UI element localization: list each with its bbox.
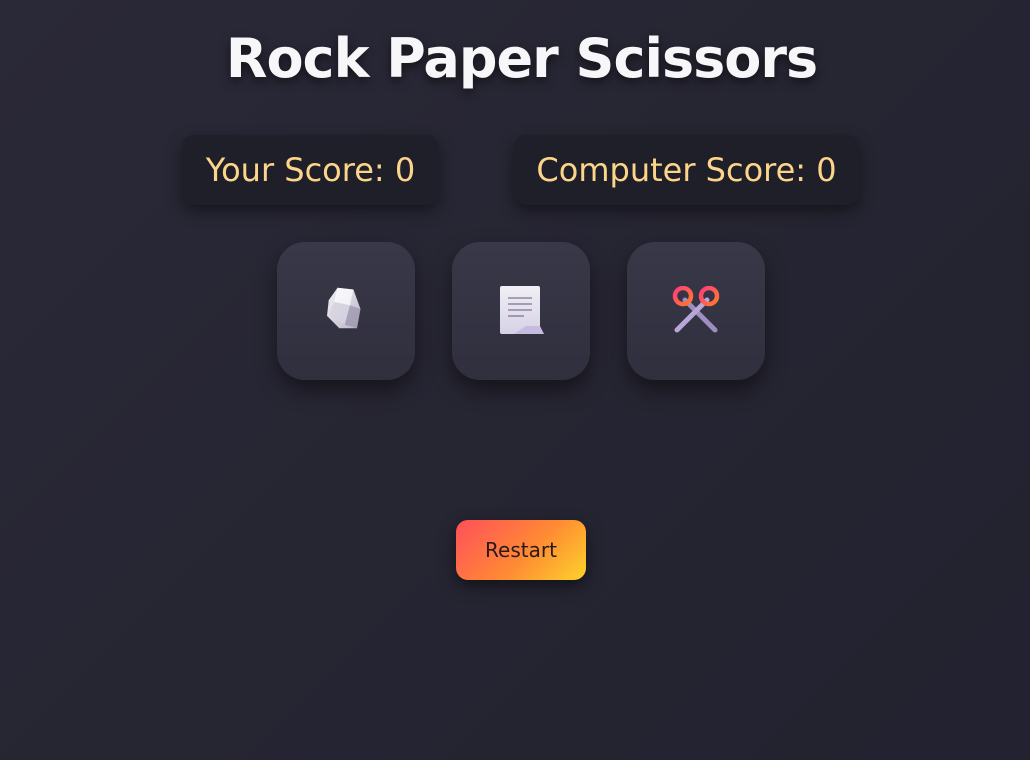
rock-icon [327,287,361,329]
scissors-icon [672,286,720,333]
paper-icon [500,286,544,334]
restart-button[interactable]: Restart [456,520,586,580]
player-score: Your Score: 0 [182,135,439,205]
scissors-button[interactable] [627,242,765,380]
rock-button[interactable] [277,242,415,380]
computer-score: Computer Score: 0 [514,135,859,205]
paper-button[interactable] [452,242,590,380]
game-title: Rock Paper Scissors [225,27,818,90]
